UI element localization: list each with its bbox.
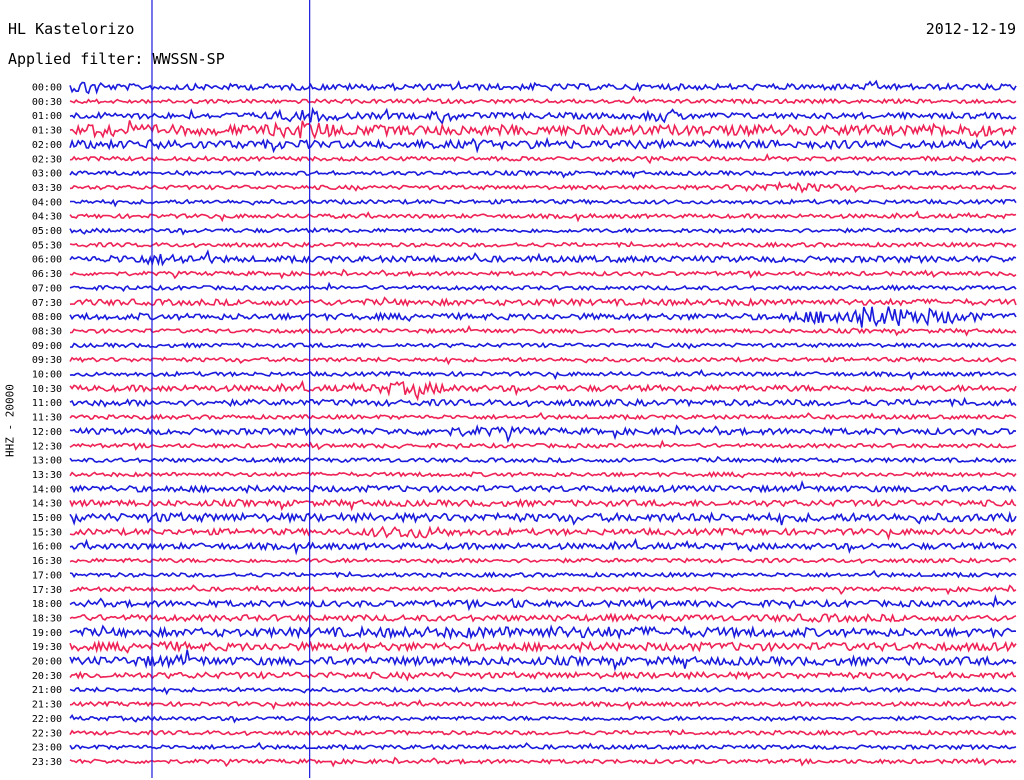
time-tick-label: 18:00 [32,599,62,610]
time-tick-label: 09:00 [32,341,62,352]
time-tick-label: 15:30 [32,527,62,538]
seismic-trace-line [69,649,1017,672]
time-tick-label: 07:30 [32,298,62,309]
time-tick-label: 12:00 [32,427,62,438]
time-tick-label: 16:30 [32,556,62,567]
seismic-trace-line [69,439,1017,451]
seismic-trace-line [69,306,1017,328]
seismic-trace-line [69,136,1017,154]
seismic-trace-line [69,106,1017,126]
seismic-trace-line [69,470,1017,479]
seismic-trace-line [69,169,1017,179]
seismic-trace-line [69,281,1017,293]
time-tick-label: 13:30 [32,470,62,481]
seismic-trace-line [69,455,1017,464]
seismic-trace-line [69,741,1017,751]
time-tick-label: 12:30 [32,441,62,452]
seismic-trace-line [69,510,1017,526]
time-tick-label: 17:00 [32,570,62,581]
seismic-trace-line [69,569,1017,579]
time-tick-label: 15:00 [32,513,62,524]
seismic-trace-line [69,497,1017,512]
time-tick-label: 23:00 [32,743,62,754]
time-tick-label: 08:00 [32,312,62,323]
time-tick-label: 06:00 [32,255,62,266]
time-tick-label: 07:00 [32,283,62,294]
time-tick-label: 18:30 [32,613,62,624]
time-tick-label: 19:00 [32,628,62,639]
time-tick-label: 19:30 [32,642,62,653]
seismic-trace-line [69,756,1017,768]
seismic-trace-line [69,356,1017,366]
time-tick-label: 04:30 [32,212,62,223]
time-tick-label: 03:00 [32,169,62,180]
seismic-trace-line [69,368,1017,381]
seismic-trace-line [69,698,1017,711]
seismic-trace-line [69,639,1017,654]
helicorder-plot: 00:00 00:30 01:00 01:30 02:00 02:30 03:00 03:30… [32,0,1017,778]
seismic-trace-line [69,379,1017,402]
time-tick-label: 01:30 [32,126,62,137]
time-tick-label: 17:30 [32,585,62,596]
time-tick-label: 21:00 [32,685,62,696]
time-tick-label: 14:30 [32,499,62,510]
time-tick-label: 10:00 [32,370,62,381]
seismic-trace-line [69,240,1017,249]
seismic-trace-line [69,537,1017,556]
seismic-trace-line [69,479,1017,495]
seismic-trace-line [69,557,1017,565]
time-tick-label: 00:30 [32,97,62,108]
time-tick-label: 09:30 [32,355,62,366]
seismic-trace-line [69,268,1017,280]
seismic-trace-line [69,594,1017,612]
time-tick-label: 05:30 [32,240,62,251]
seismic-trace-line [69,728,1017,737]
seismic-trace-line [69,79,1017,95]
time-tick-label: 21:30 [32,700,62,711]
time-tick-label: 02:30 [32,154,62,165]
seismic-trace-line [69,249,1017,267]
time-tick-label: 03:30 [32,183,62,194]
time-tick-label: 20:30 [32,671,62,682]
time-tick-label: 05:00 [32,226,62,237]
time-tick-label: 10:30 [32,384,62,395]
time-tick-label: 02:00 [32,140,62,151]
time-tick-label: 22:30 [32,728,62,739]
time-tick-label: 22:00 [32,714,62,725]
time-tick-label: 16:00 [32,542,62,553]
seismic-trace-line [69,584,1017,596]
seismic-trace-line [69,198,1017,208]
time-tick-label: 06:30 [32,269,62,280]
seismic-trace-line [69,341,1017,350]
seismic-trace-line [69,180,1017,194]
time-tick-label: 11:00 [32,398,62,409]
time-tick-label: 23:30 [32,757,62,768]
seismic-trace-line [69,396,1017,408]
seismic-trace-line [69,227,1017,236]
seismic-trace-line [69,686,1017,696]
seismic-trace-line [69,210,1017,223]
seismic-trace-line [69,153,1017,165]
time-tick-label: 08:30 [32,326,62,337]
seismic-trace-line [69,612,1017,624]
seismic-trace-line [69,296,1017,308]
seismic-trace-line [69,525,1017,541]
seismic-trace-line [69,624,1017,641]
time-tick-label: 04:00 [32,197,62,208]
seismic-trace-line [69,670,1017,682]
seismic-trace-line [69,120,1017,140]
time-tick-label: 14:00 [32,484,62,495]
seismic-trace-line [69,714,1017,724]
time-tick-label: 00:00 [32,83,62,94]
seismic-trace-line [69,95,1017,105]
time-tick-label: 11:30 [32,413,62,424]
time-tick-label: 20:00 [32,657,62,668]
seismic-trace-line [69,324,1017,337]
seismic-trace-line [69,424,1017,444]
time-tick-label: 13:00 [32,456,62,467]
time-tick-label: 01:00 [32,111,62,122]
seismic-trace-line [69,411,1017,421]
